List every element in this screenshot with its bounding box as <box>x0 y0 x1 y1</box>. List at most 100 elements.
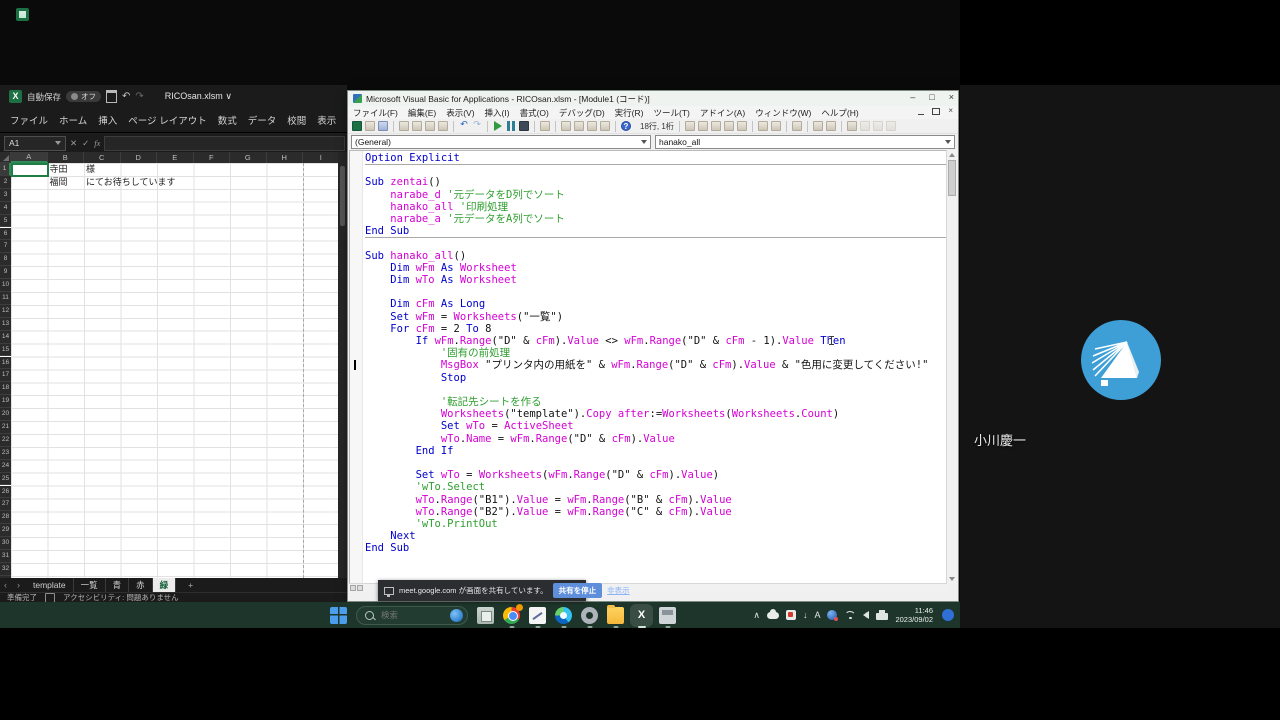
menu-デバッグ[interactable]: デバッグ(D) <box>554 107 610 119</box>
ribbon-tab-ファイル[interactable]: ファイル <box>10 113 48 127</box>
row-header-7[interactable]: 7 <box>0 240 11 253</box>
split-handle[interactable] <box>357 585 363 591</box>
row-header-29[interactable]: 29 <box>0 524 11 537</box>
run-icon[interactable] <box>493 121 503 131</box>
procedure-combo[interactable]: hanako_all <box>655 135 955 149</box>
code-line[interactable]: Set wTo = ActiveSheet <box>365 420 947 432</box>
code-line[interactable]: End If <box>365 445 947 457</box>
code-pane[interactable]: Option ExplicitSub zentai() narabe_d '元デ… <box>349 150 947 592</box>
document-title[interactable]: RICOsan.xlsm ∨ <box>165 91 232 102</box>
code-line[interactable]: For cFm = 2 To 8 <box>365 323 947 335</box>
code-line[interactable]: Dim cFm As Long <box>365 298 947 310</box>
code-line[interactable]: 'wTo.PrintOut <box>365 518 947 530</box>
mdi-minimize-icon[interactable] <box>918 114 924 115</box>
code-line[interactable]: Set wFm = Worksheets("一覧") <box>365 311 947 323</box>
row-header-6[interactable]: 6 <box>0 228 11 241</box>
row-header-10[interactable]: 10 <box>0 279 11 292</box>
menu-ウィンドウ[interactable]: ウィンドウ(W) <box>750 107 816 119</box>
copy-icon[interactable] <box>412 121 422 131</box>
code-line[interactable] <box>365 237 947 249</box>
code-line[interactable]: MsgBox "プリンタ内の用紙を" & wFm.Range("D" & cFm… <box>365 359 947 371</box>
outdent-icon[interactable] <box>771 121 781 131</box>
menu-ツール[interactable]: ツール(T) <box>648 107 694 119</box>
row-header-30[interactable]: 30 <box>0 537 11 550</box>
toolbox-icon[interactable] <box>600 121 610 131</box>
sheet-tab-緑[interactable]: 緑 <box>153 578 177 592</box>
mdi-restore-icon[interactable] <box>932 108 940 115</box>
row-header-2[interactable]: 2 <box>0 176 11 189</box>
onedrive-icon[interactable] <box>767 612 779 619</box>
column-header-C[interactable]: C <box>84 152 121 163</box>
row-header-31[interactable]: 31 <box>0 550 11 563</box>
ribbon-tab-表示[interactable]: 表示 <box>317 113 336 127</box>
column-header-H[interactable]: H <box>267 152 304 163</box>
code-line[interactable]: Set wTo = Worksheets(wFm.Range("D" & cFm… <box>365 469 947 481</box>
clipboard-app-icon[interactable] <box>786 610 796 620</box>
ribbon-tab-挿入[interactable]: 挿入 <box>98 113 117 127</box>
desktop-excel-file-icon[interactable] <box>16 8 29 21</box>
row-header-26[interactable]: 26 <box>0 486 11 499</box>
row-header-25[interactable]: 25 <box>0 473 11 486</box>
row-header-32[interactable]: 32 <box>0 563 11 576</box>
code-line[interactable]: Sub hanako_all() <box>365 250 947 262</box>
participant-tile[interactable]: 小川慶一 <box>960 85 1280 628</box>
save-icon[interactable] <box>378 121 388 131</box>
code-line[interactable]: Dim wFm As Worksheet <box>365 262 947 274</box>
cell-B1[interactable]: 寺田 <box>48 163 68 176</box>
menu-アドイン[interactable]: アドイン(A) <box>695 107 750 119</box>
code-line[interactable]: End Sub <box>365 542 947 554</box>
reset-icon[interactable] <box>519 121 529 131</box>
row-header-27[interactable]: 27 <box>0 498 11 511</box>
undo-icon[interactable] <box>459 121 469 131</box>
row-header-15[interactable]: 15 <box>0 344 11 357</box>
row-header-4[interactable]: 4 <box>0 202 11 215</box>
taskbar-search-box[interactable] <box>356 606 468 625</box>
excel-taskbar-icon[interactable] <box>633 607 650 624</box>
row-header-13[interactable]: 13 <box>0 318 11 331</box>
task-view-button[interactable] <box>477 607 494 624</box>
chrome-icon[interactable] <box>503 607 520 624</box>
download-arrow-icon[interactable]: ↓ <box>803 610 808 620</box>
menu-表示[interactable]: 表示(V) <box>441 107 479 119</box>
row-header-22[interactable]: 22 <box>0 434 11 447</box>
column-header-E[interactable]: E <box>157 152 194 163</box>
row-header-16[interactable]: 16 <box>0 357 11 370</box>
code-line[interactable] <box>365 286 947 298</box>
printer-tray-icon[interactable] <box>876 613 888 620</box>
menu-実行[interactable]: 実行(R) <box>610 107 649 119</box>
row-header-1[interactable]: 1 <box>0 163 11 176</box>
toggle-bookmark-icon[interactable] <box>847 121 857 131</box>
ribbon-tab-ホーム[interactable]: ホーム <box>59 113 87 127</box>
drive-sync-icon[interactable] <box>827 610 837 620</box>
sheet-tab-一覧[interactable]: 一覧 <box>74 578 106 592</box>
code-line[interactable] <box>365 457 947 469</box>
code-line[interactable]: If wFm.Range("D" & cFm).Value <> wFm.Ran… <box>365 335 947 347</box>
column-header-I[interactable]: I <box>303 152 338 163</box>
code-line[interactable]: End Sub <box>365 225 947 238</box>
start-button[interactable] <box>330 607 347 624</box>
code-line[interactable]: '転記先シートを作る <box>365 396 947 408</box>
row-header-17[interactable]: 17 <box>0 369 11 382</box>
code-line[interactable] <box>365 384 947 396</box>
row-header-8[interactable]: 8 <box>0 253 11 266</box>
code-line[interactable]: narabe_d '元データをD列でソート <box>365 189 947 201</box>
object-combo[interactable]: (General) <box>351 135 651 149</box>
row-header-12[interactable]: 12 <box>0 305 11 318</box>
notepad-icon[interactable] <box>529 607 546 624</box>
stop-sharing-button[interactable]: 共有を停止 <box>553 583 603 598</box>
toggle-breakpoint-icon[interactable] <box>792 121 802 131</box>
row-header-23[interactable]: 23 <box>0 447 11 460</box>
cell-C2[interactable]: にてお待ちしています <box>84 176 175 189</box>
row-header-5[interactable]: 5 <box>0 215 11 228</box>
list-properties-icon[interactable] <box>685 121 695 131</box>
hidden-icons-chevron[interactable]: ∧ <box>753 610 760 620</box>
code-line[interactable]: wTo.Range("B2").Value = wFm.Range("C" & … <box>365 506 947 518</box>
insert-userform-icon[interactable] <box>365 121 375 131</box>
undo-icon[interactable]: ↶ <box>122 92 130 102</box>
minimize-button[interactable]: – <box>910 92 915 102</box>
next-bookmark-icon[interactable] <box>860 121 870 131</box>
column-header-B[interactable]: B <box>48 152 85 163</box>
row-header-20[interactable]: 20 <box>0 408 11 421</box>
settings-icon[interactable] <box>581 607 598 624</box>
ribbon-tab-数式[interactable]: 数式 <box>218 113 237 127</box>
